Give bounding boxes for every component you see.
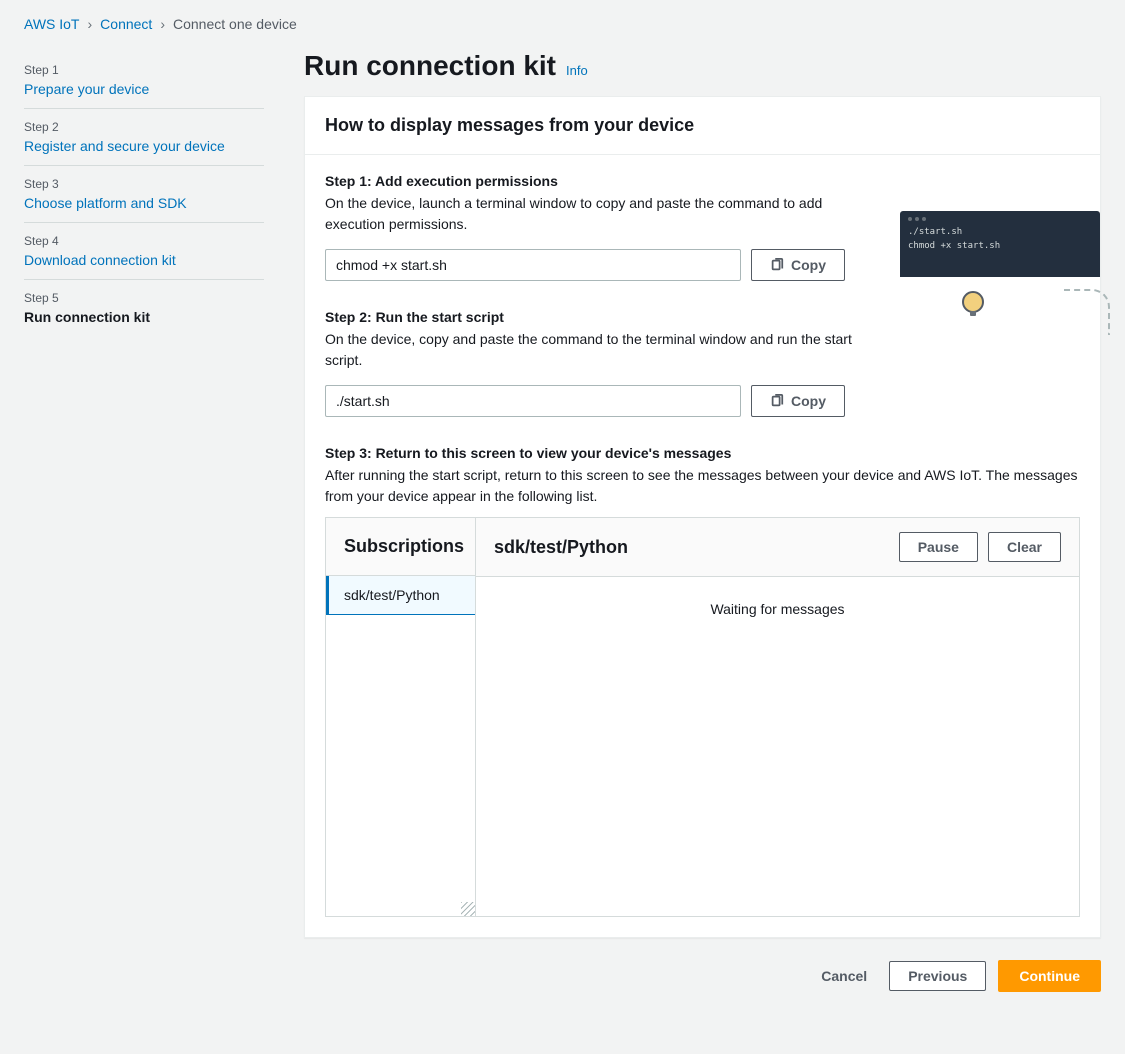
sidebar-step-1[interactable]: Step 1 Prepare your device (24, 52, 264, 109)
sidebar-step-4[interactable]: Step 4 Download connection kit (24, 223, 264, 280)
card-title: How to display messages from your device (325, 115, 1080, 136)
step-number: Step 4 (24, 234, 264, 248)
wizard-sidebar: Step 1 Prepare your device Step 2 Regist… (24, 46, 264, 992)
step-number: Step 2 (24, 120, 264, 134)
messages-panel: Subscriptions sdk/test/Python sdk/test/P… (325, 517, 1080, 917)
sidebar-step-5: Step 5 Run connection kit (24, 280, 264, 336)
step2-command-input[interactable] (325, 385, 741, 417)
cancel-button[interactable]: Cancel (811, 962, 877, 990)
sidebar-step-2[interactable]: Step 2 Register and secure your device (24, 109, 264, 166)
step2-title: Step 2: Run the start script (325, 309, 1080, 325)
step1-command-input[interactable] (325, 249, 741, 281)
resize-handle[interactable] (461, 902, 475, 916)
subscriptions-column: Subscriptions sdk/test/Python (326, 518, 476, 916)
copy-icon (770, 258, 784, 272)
subscription-item[interactable]: sdk/test/Python (326, 576, 475, 615)
step-title: Register and secure your device (24, 138, 264, 154)
step-title: Run connection kit (24, 309, 264, 325)
step-number: Step 5 (24, 291, 264, 305)
breadcrumb: AWS IoT › Connect › Connect one device (24, 16, 1101, 32)
step3-title: Step 3: Return to this screen to view yo… (325, 445, 1080, 461)
step1-copy-button[interactable]: Copy (751, 249, 845, 281)
waiting-message: Waiting for messages (476, 577, 1079, 641)
breadcrumb-connect[interactable]: Connect (100, 16, 152, 32)
step1-desc: On the device, launch a terminal window … (325, 193, 855, 235)
step-title: Prepare your device (24, 81, 264, 97)
clear-button[interactable]: Clear (988, 532, 1061, 562)
main-content: Run connection kit Info How to display m… (304, 46, 1101, 992)
step3-desc: After running the start script, return t… (325, 465, 1080, 507)
card-header: How to display messages from your device (305, 97, 1100, 155)
chevron-right-icon: › (160, 16, 165, 32)
instructions-card: How to display messages from your device… (304, 96, 1101, 938)
step2-copy-button[interactable]: Copy (751, 385, 845, 417)
copy-icon (770, 394, 784, 408)
sidebar-step-3[interactable]: Step 3 Choose platform and SDK (24, 166, 264, 223)
card-body: ./start.sh chmod +x start.sh Step 1: Add… (305, 155, 1100, 937)
subscriptions-header: Subscriptions (326, 518, 475, 576)
page-title: Run connection kit Info (304, 50, 1101, 82)
info-link[interactable]: Info (566, 63, 588, 78)
chevron-right-icon: › (88, 16, 93, 32)
step1-title: Step 1: Add execution permissions (325, 173, 1080, 189)
continue-button[interactable]: Continue (998, 960, 1101, 992)
breadcrumb-current: Connect one device (173, 16, 297, 32)
breadcrumb-aws-iot[interactable]: AWS IoT (24, 16, 80, 32)
step-title: Choose platform and SDK (24, 195, 264, 211)
previous-button[interactable]: Previous (889, 961, 986, 991)
topic-column: sdk/test/Python Pause Clear Waiting for … (476, 518, 1079, 916)
terminal-illustration: ./start.sh chmod +x start.sh (900, 211, 1100, 277)
step-number: Step 3 (24, 177, 264, 191)
step-title: Download connection kit (24, 252, 264, 268)
topic-title: sdk/test/Python (494, 537, 628, 558)
step-number: Step 1 (24, 63, 264, 77)
pause-button[interactable]: Pause (899, 532, 978, 562)
wizard-actions: Cancel Previous Continue (304, 960, 1101, 992)
step2-desc: On the device, copy and paste the comman… (325, 329, 855, 371)
